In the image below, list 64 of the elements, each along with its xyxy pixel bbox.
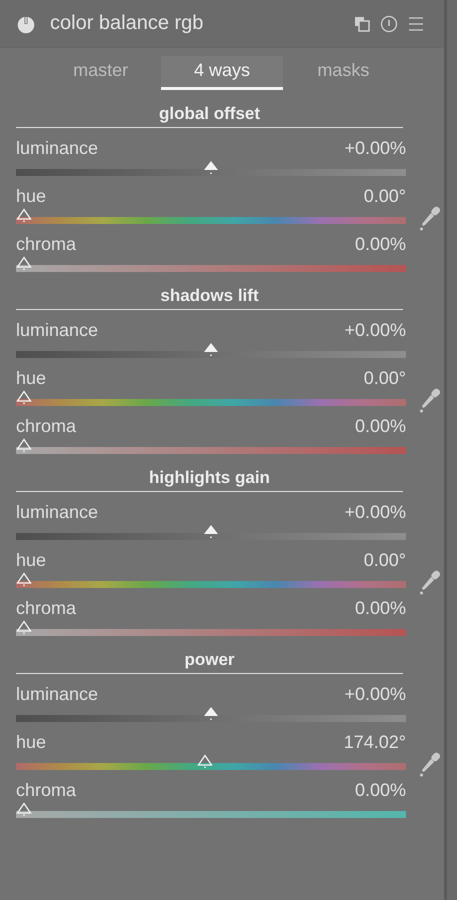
presets-icon[interactable] bbox=[354, 16, 370, 32]
slider-thumb[interactable] bbox=[203, 160, 219, 174]
slider-label: luminance bbox=[16, 683, 98, 705]
slider-label: hue bbox=[16, 549, 46, 571]
tab[interactable]: masks bbox=[282, 56, 404, 90]
slider-label: chroma bbox=[16, 779, 76, 801]
slider-thumb[interactable] bbox=[16, 208, 32, 222]
slider[interactable]: chroma 0.00% bbox=[16, 415, 406, 454]
slider-value: +0.00% bbox=[344, 137, 406, 159]
slider-thumb[interactable] bbox=[16, 256, 32, 270]
color-picker-icon[interactable] bbox=[419, 569, 441, 595]
slider[interactable]: hue 0.00° bbox=[16, 367, 406, 406]
slider[interactable]: hue 0.00° bbox=[16, 185, 406, 224]
slider-thumb[interactable] bbox=[16, 438, 32, 452]
slider-label: chroma bbox=[16, 415, 76, 437]
slider[interactable]: luminance +0.00% bbox=[16, 137, 406, 176]
slider-value: 0.00% bbox=[354, 597, 406, 619]
slider-thumb[interactable] bbox=[203, 342, 219, 356]
slider[interactable]: chroma 0.00% bbox=[16, 779, 406, 818]
slider[interactable]: hue 0.00° bbox=[16, 549, 406, 588]
slider-label: luminance bbox=[16, 137, 98, 159]
power-icon[interactable] bbox=[16, 14, 36, 34]
slider[interactable]: chroma 0.00% bbox=[16, 233, 406, 272]
slider-value: +0.00% bbox=[344, 501, 406, 523]
slider-thumb[interactable] bbox=[16, 572, 32, 586]
slider-value: 0.00% bbox=[354, 779, 406, 801]
slider-thumb[interactable] bbox=[203, 706, 219, 720]
info-icon[interactable] bbox=[380, 14, 398, 32]
tab[interactable]: 4 ways bbox=[161, 56, 283, 90]
slider-label: chroma bbox=[16, 233, 76, 255]
slider-label: luminance bbox=[16, 319, 98, 341]
slider-label: hue bbox=[16, 185, 46, 207]
color-picker-icon[interactable] bbox=[419, 205, 441, 231]
slider-thumb[interactable] bbox=[203, 524, 219, 538]
slider[interactable]: chroma 0.00% bbox=[16, 597, 406, 636]
menu-icon[interactable] bbox=[408, 16, 424, 32]
slider-value: 0.00° bbox=[364, 185, 406, 207]
slider-value: 0.00% bbox=[354, 233, 406, 255]
section-heading: power bbox=[16, 650, 403, 674]
slider[interactable]: luminance +0.00% bbox=[16, 683, 406, 722]
slider-label: chroma bbox=[16, 597, 76, 619]
slider-thumb[interactable] bbox=[16, 802, 32, 816]
section-heading: highlights gain bbox=[16, 468, 403, 492]
section-heading: shadows lift bbox=[16, 286, 403, 310]
slider[interactable]: hue 174.02° bbox=[16, 731, 406, 770]
slider-value: 0.00% bbox=[354, 415, 406, 437]
slider-label: luminance bbox=[16, 501, 98, 523]
slider-value: 174.02° bbox=[344, 731, 406, 753]
slider-thumb[interactable] bbox=[196, 754, 213, 768]
color-picker-icon[interactable] bbox=[419, 387, 441, 413]
section-heading: global offset bbox=[16, 104, 403, 128]
slider-thumb[interactable] bbox=[16, 390, 32, 404]
slider-thumb[interactable] bbox=[16, 620, 32, 634]
module-title: color balance rgb bbox=[50, 12, 204, 35]
slider-value: 0.00° bbox=[364, 367, 406, 389]
slider[interactable]: luminance +0.00% bbox=[16, 319, 406, 358]
slider-value: 0.00° bbox=[364, 549, 406, 571]
color-picker-icon[interactable] bbox=[419, 751, 441, 777]
slider-label: hue bbox=[16, 367, 46, 389]
tab[interactable]: master bbox=[40, 56, 162, 90]
slider-label: hue bbox=[16, 731, 46, 753]
slider[interactable]: luminance +0.00% bbox=[16, 501, 406, 540]
slider-value: +0.00% bbox=[344, 683, 406, 705]
slider-value: +0.00% bbox=[344, 319, 406, 341]
